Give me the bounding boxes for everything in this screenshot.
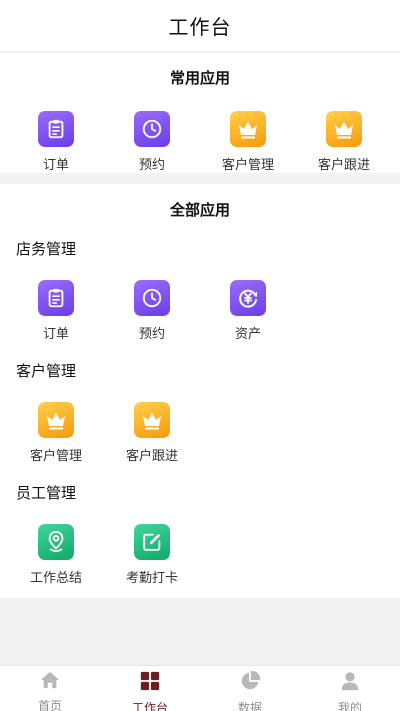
app-label: 客户管理 [29,449,82,464]
common-apps-title: 常用应用 [169,69,230,87]
common-app-orders[interactable]: 订单 [6,111,106,173]
page-title: 工作台 [168,15,232,39]
clipboard-icon [38,280,74,316]
bottom-tabbar: 首页 工作台 数据 我的 [0,665,400,711]
tab-mine[interactable]: 我的 [300,666,400,711]
app-label: 预约 [138,327,165,342]
top-header: 工作台 [0,0,400,52]
crown-icon [230,111,266,147]
app-label: 订单 [42,158,69,173]
app-label: 预约 [138,158,165,173]
clipboard-icon [38,111,74,147]
crown-icon [326,111,362,147]
crown-icon [134,402,170,438]
all-apps-title: 全部应用 [169,201,230,219]
app-label: 考勤打卡 [125,571,178,586]
app-label: 客户跟进 [125,449,178,464]
common-apps-card: 常用应用 订单 预约 客户管理 客户跟进 [0,53,400,173]
common-app-customer-manage[interactable]: 客户管理 [198,111,298,173]
app-customer-manage[interactable]: 客户管理 [6,402,106,464]
group-title-store: 店务管理 [16,240,77,258]
app-customer-follow[interactable]: 客户跟进 [102,402,202,464]
tab-workbench[interactable]: 工作台 [100,666,200,711]
app-work-summary[interactable]: 工作总结 [6,524,106,586]
tab-data[interactable]: 数据 [200,666,300,711]
common-app-appointment[interactable]: 预约 [102,111,202,173]
app-orders[interactable]: 订单 [6,280,106,342]
tab-label: 工作台 [131,701,168,711]
clock-icon [134,280,170,316]
group-title-customer: 客户管理 [16,362,77,380]
app-attendance[interactable]: 考勤打卡 [102,524,202,586]
edit-icon [134,524,170,560]
app-label: 客户管理 [221,158,274,173]
pie-chart-icon [239,670,261,696]
yen-refresh-icon [230,280,266,316]
home-icon [39,670,61,694]
app-label: 订单 [42,327,69,342]
clock-icon [134,111,170,147]
user-icon [339,670,361,696]
tab-label: 我的 [337,701,362,711]
grid-icon [139,670,161,696]
app-label: 资产 [234,327,261,342]
tab-label: 首页 [37,699,62,711]
app-label: 工作总结 [29,571,82,586]
common-app-customer-follow[interactable]: 客户跟进 [294,111,394,173]
location-pin-icon [38,524,74,560]
app-assets[interactable]: 资产 [198,280,298,342]
tab-home[interactable]: 首页 [0,666,100,711]
app-appointment[interactable]: 预约 [102,280,202,342]
all-apps-card: 全部应用 店务管理 订单 预约 资产 客户管理 客户管理 客户跟进 员工管理 工… [0,184,400,598]
crown-icon [38,402,74,438]
app-label: 客户跟进 [317,158,370,173]
group-title-staff: 员工管理 [16,484,77,502]
tab-label: 数据 [237,701,262,711]
